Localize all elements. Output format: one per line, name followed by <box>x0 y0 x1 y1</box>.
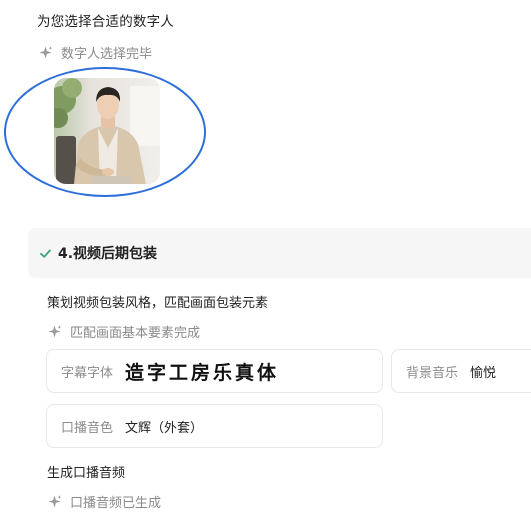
digital-human-status-text: 数字人选择完毕 <box>61 47 153 62</box>
audio-status-row: 口播音频已生成 <box>47 492 161 511</box>
background-music-field[interactable]: 背景音乐 愉悦 <box>391 349 531 393</box>
step-description: 策划视频包装风格，匹配画面包装元素 <box>47 296 269 311</box>
annotation-circle <box>4 67 206 197</box>
voice-tone-label: 口播音色 <box>61 420 114 436</box>
subtitle-font-label: 字幕字体 <box>61 365 114 381</box>
sparkle-icon <box>38 45 53 60</box>
check-icon <box>40 249 51 258</box>
sparkle-icon <box>47 324 62 339</box>
subtitle-font-field[interactable]: 字幕字体 造字工房乐真体 <box>46 349 383 393</box>
digital-human-status-row: 数字人选择完毕 <box>38 43 152 62</box>
step-4-header[interactable]: 4.视频后期包装 <box>28 228 531 278</box>
section-heading: 为您选择合适的数字人 <box>37 14 174 30</box>
page: 为您选择合适的数字人 数字人选择完毕 4.视频后期包装 策划视频包装风格，匹配画… <box>0 0 531 516</box>
voice-tone-value: 文辉（外套） <box>125 420 204 436</box>
elements-status-row: 匹配画面基本要素完成 <box>47 322 200 341</box>
audio-status-text: 口播音频已生成 <box>70 496 162 511</box>
sparkle-icon <box>47 494 62 509</box>
elements-status-text: 匹配画面基本要素完成 <box>70 326 201 341</box>
voice-tone-field[interactable]: 口播音色 文辉（外套） <box>46 404 383 448</box>
step-title: 4.视频后期包装 <box>58 246 158 262</box>
background-music-label: 背景音乐 <box>406 365 459 381</box>
subtitle-font-value: 造字工房乐真体 <box>125 361 280 384</box>
background-music-value: 愉悦 <box>470 365 497 381</box>
audio-heading: 生成口播音频 <box>47 466 126 481</box>
